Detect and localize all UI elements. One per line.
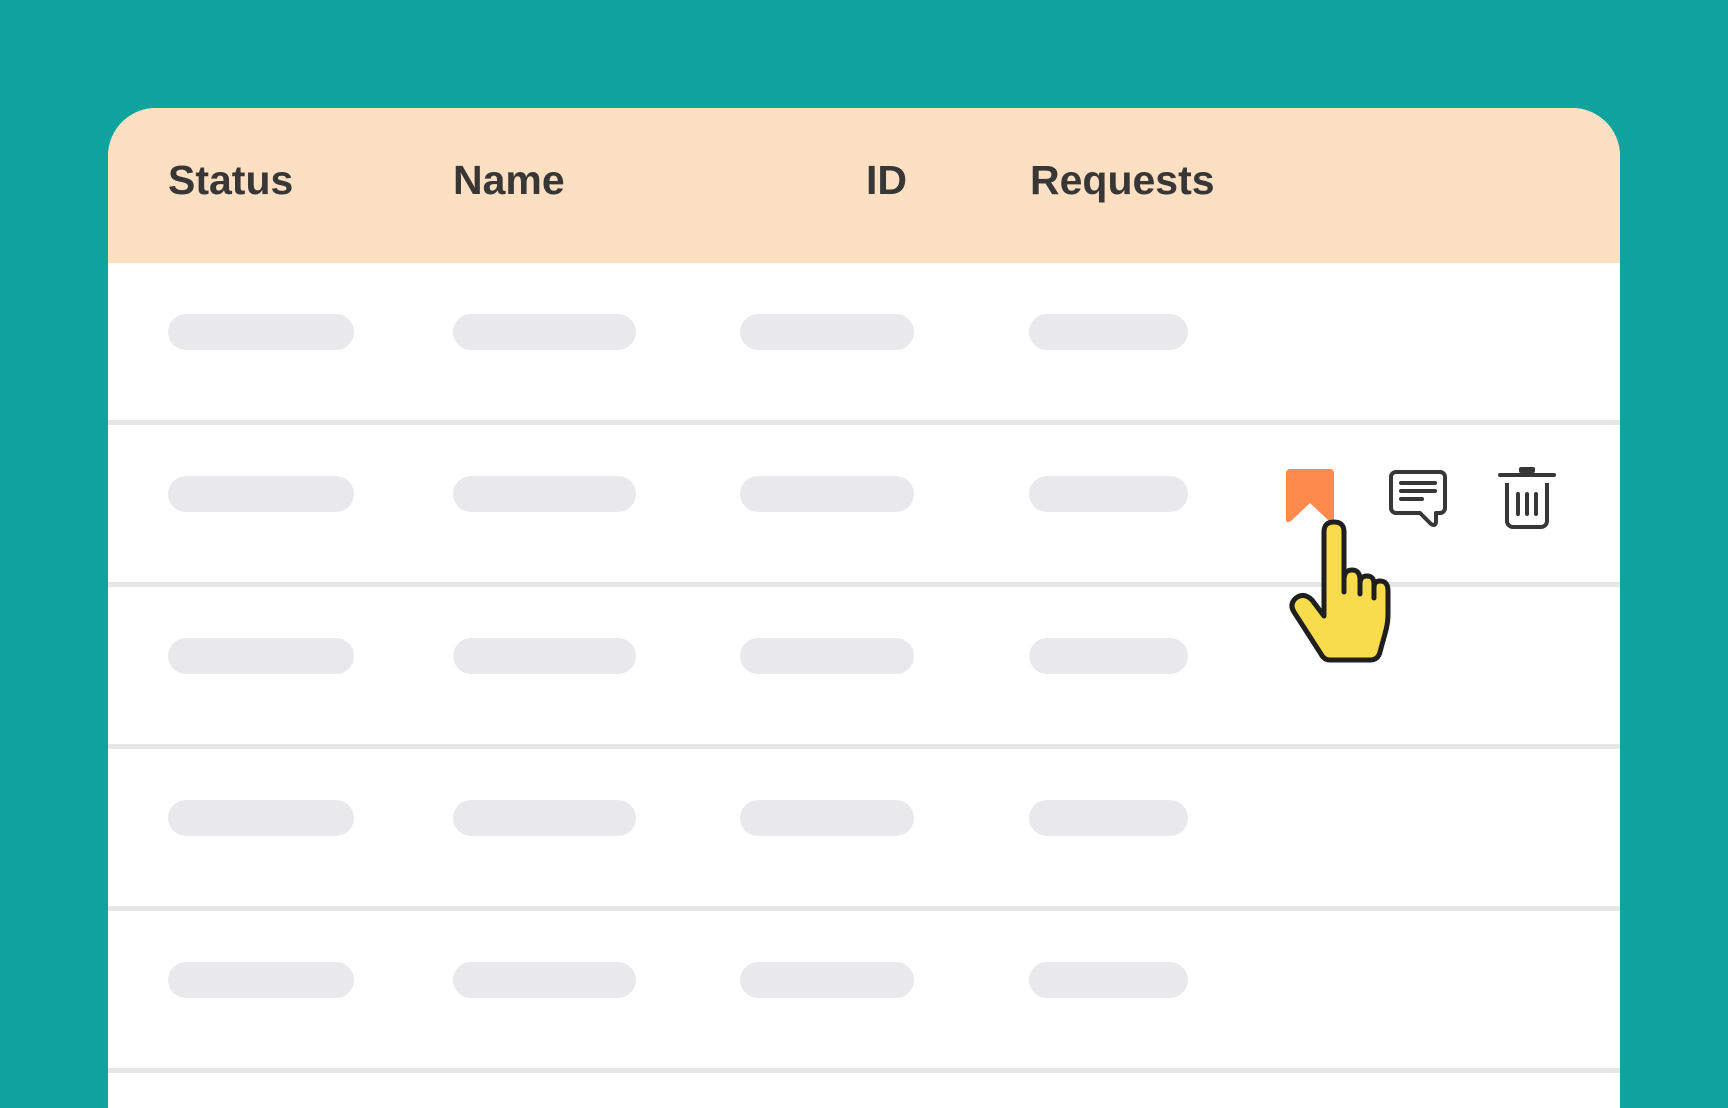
row-divider	[108, 1068, 1620, 1073]
id-placeholder	[740, 800, 914, 836]
id-placeholder	[740, 314, 914, 350]
bookmark-icon[interactable]	[1286, 469, 1334, 525]
table-row[interactable]	[108, 911, 1620, 1073]
status-placeholder	[168, 476, 354, 512]
name-placeholder	[453, 638, 636, 674]
name-placeholder	[453, 476, 636, 512]
requests-placeholder	[1029, 800, 1188, 836]
requests-placeholder	[1029, 314, 1188, 350]
status-placeholder	[168, 800, 354, 836]
name-placeholder	[453, 800, 636, 836]
name-placeholder	[453, 314, 636, 350]
table-header: Status Name ID Requests	[108, 108, 1620, 263]
column-header-requests[interactable]: Requests	[1030, 160, 1215, 201]
table-row[interactable]	[108, 263, 1620, 425]
column-header-id[interactable]: ID	[866, 160, 907, 201]
name-placeholder	[453, 962, 636, 998]
trash-icon[interactable]	[1498, 465, 1556, 531]
column-header-name[interactable]: Name	[453, 160, 565, 201]
requests-placeholder	[1029, 962, 1188, 998]
status-placeholder	[168, 638, 354, 674]
id-placeholder	[740, 638, 914, 674]
id-placeholder	[740, 962, 914, 998]
column-header-status[interactable]: Status	[168, 160, 293, 201]
status-placeholder	[168, 962, 354, 998]
hand-pointer-icon	[1289, 519, 1391, 663]
requests-placeholder	[1029, 476, 1188, 512]
requests-placeholder	[1029, 638, 1188, 674]
status-placeholder	[168, 314, 354, 350]
id-placeholder	[740, 476, 914, 512]
table-row[interactable]	[108, 749, 1620, 911]
